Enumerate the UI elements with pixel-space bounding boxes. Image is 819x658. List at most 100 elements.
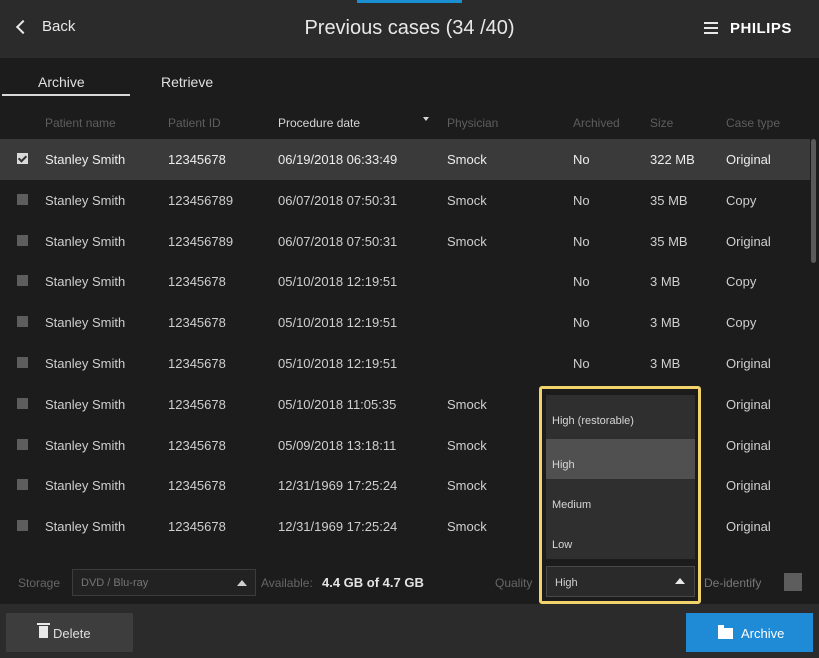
cell-patient-name: Stanley Smith — [45, 233, 126, 249]
cell-procedure-date: 05/10/2018 12:19:51 — [278, 315, 398, 331]
cell-patient-id: 12345678 — [168, 478, 226, 494]
cell-size: 3 MB — [650, 274, 681, 290]
cell-archived: No — [573, 355, 590, 371]
storage-select-value: DVD / Blu-ray — [81, 577, 149, 589]
cell-size: 35 MB — [650, 233, 688, 249]
cell-size: 3 MB — [650, 315, 681, 331]
cell-patient-name: Stanley Smith — [45, 355, 126, 371]
cell-archived: No — [573, 192, 590, 208]
quality-label: Quality — [495, 576, 533, 590]
cell-size: 322 MB — [650, 152, 695, 167]
cell-case-type: Original — [726, 478, 771, 494]
delete-button[interactable]: Delete — [6, 613, 133, 652]
row-checkbox[interactable] — [17, 356, 28, 368]
cell-archived: No — [573, 274, 590, 290]
row-checkbox[interactable] — [17, 438, 28, 450]
cell-archived: No — [573, 233, 590, 249]
sort-descending-icon — [423, 117, 429, 121]
storage-label: Storage — [18, 576, 61, 590]
row-checkbox[interactable] — [17, 316, 28, 328]
cell-case-type: Original — [726, 152, 771, 167]
header-bar: Back Previous cases (34 /40) PHILIPS — [0, 0, 819, 58]
cell-case-type: Original — [726, 233, 771, 249]
cell-procedure-date: 05/10/2018 12:19:51 — [278, 355, 398, 371]
cell-patient-name: Stanley Smith — [45, 152, 126, 167]
hamburger-menu-icon[interactable] — [704, 22, 718, 34]
table-row[interactable]: Stanley Smith 123456789 06/07/2018 07:50… — [0, 221, 810, 262]
column-header-case-type[interactable]: Case type — [726, 116, 780, 130]
focus-highlight-frame — [539, 386, 701, 604]
column-header-patient-name[interactable]: Patient name — [45, 116, 116, 130]
cell-procedure-date: 05/09/2018 13:18:11 — [278, 437, 397, 453]
cell-patient-name: Stanley Smith — [45, 437, 126, 453]
table-row[interactable]: Stanley Smith 12345678 05/10/2018 12:19:… — [0, 343, 810, 384]
cell-case-type: Copy — [726, 274, 757, 290]
cell-patient-name: Stanley Smith — [45, 519, 126, 535]
cell-procedure-date: 12/31/1969 17:25:24 — [278, 478, 398, 494]
cell-patient-id: 123456789 — [168, 192, 234, 208]
table-row[interactable]: Stanley Smith 123456789 06/07/2018 07:50… — [0, 180, 810, 221]
tab-archive[interactable]: Archive — [38, 74, 85, 90]
header-accent-line — [357, 0, 462, 3]
cell-case-type: Original — [726, 396, 771, 412]
available-label: Available: — [261, 576, 313, 590]
cell-patient-id: 123456789 — [168, 233, 234, 249]
cell-procedure-date: 05/10/2018 12:19:51 — [278, 274, 398, 290]
cell-physician: Smock — [447, 192, 487, 208]
column-header-archived[interactable]: Archived — [573, 116, 620, 130]
cell-case-type: Original — [726, 519, 771, 535]
column-header-physician[interactable]: Physician — [447, 116, 498, 130]
cell-patient-id: 12345678 — [168, 152, 226, 167]
cell-physician: Smock — [447, 437, 487, 453]
delete-label: Delete — [53, 626, 91, 641]
cell-archived: No — [573, 152, 590, 167]
footer-bar: Delete Archive — [0, 604, 819, 658]
row-checkbox[interactable] — [17, 275, 28, 287]
cell-case-type: Copy — [726, 315, 757, 331]
cell-procedure-date: 06/19/2018 06:33:49 — [278, 152, 398, 167]
column-header-patient-id[interactable]: Patient ID — [168, 116, 221, 130]
cell-case-type: Original — [726, 355, 771, 371]
cell-physician: Smock — [447, 396, 487, 412]
brand-logo: PHILIPS — [730, 20, 792, 37]
tab-retrieve[interactable]: Retrieve — [161, 74, 213, 90]
column-header-size[interactable]: Size — [650, 116, 673, 130]
table-row[interactable]: Stanley Smith 12345678 05/10/2018 12:19:… — [0, 302, 810, 343]
cell-procedure-date: 06/07/2018 07:50:31 — [278, 192, 398, 208]
row-checkbox[interactable] — [17, 520, 28, 532]
tab-bar: Archive Retrieve — [0, 58, 819, 98]
table-scrollbar[interactable] — [811, 139, 816, 263]
caret-up-icon — [237, 580, 247, 586]
column-header-procedure-date[interactable]: Procedure date — [278, 116, 360, 130]
cell-physician: Smock — [447, 478, 487, 494]
active-tab-indicator — [2, 94, 130, 96]
cell-patient-id: 12345678 — [168, 396, 226, 412]
cell-archived: No — [573, 315, 590, 331]
cell-patient-id: 12345678 — [168, 519, 226, 535]
archive-label: Archive — [741, 626, 785, 641]
trash-icon — [37, 623, 50, 638]
cell-patient-id: 12345678 — [168, 355, 226, 371]
row-checkbox[interactable] — [17, 479, 28, 491]
row-checkbox[interactable] — [17, 153, 28, 164]
cell-patient-name: Stanley Smith — [45, 478, 126, 494]
deidentify-checkbox[interactable] — [784, 573, 802, 591]
archive-button[interactable]: Archive — [686, 613, 813, 652]
row-checkbox[interactable] — [17, 234, 28, 246]
row-checkbox[interactable] — [17, 397, 28, 409]
deidentify-label: De-identify — [704, 576, 762, 590]
row-checkbox[interactable] — [17, 193, 28, 205]
cell-size: 35 MB — [650, 192, 688, 208]
cell-procedure-date: 12/31/1969 17:25:24 — [278, 519, 398, 535]
cell-patient-id: 12345678 — [168, 437, 226, 453]
cell-physician: Smock — [447, 233, 487, 249]
cell-physician: Smock — [447, 152, 487, 167]
cell-procedure-date: 05/10/2018 11:05:35 — [278, 396, 397, 412]
cell-case-type: Original — [726, 437, 771, 453]
table-row[interactable]: Stanley Smith 12345678 06/19/2018 06:33:… — [0, 139, 810, 180]
cell-patient-id: 12345678 — [168, 274, 226, 290]
page-title: Previous cases (34 /40) — [304, 17, 515, 39]
table-row[interactable]: Stanley Smith 12345678 05/10/2018 12:19:… — [0, 261, 810, 302]
cell-patient-id: 12345678 — [168, 315, 226, 331]
storage-select[interactable]: DVD / Blu-ray — [72, 569, 256, 596]
